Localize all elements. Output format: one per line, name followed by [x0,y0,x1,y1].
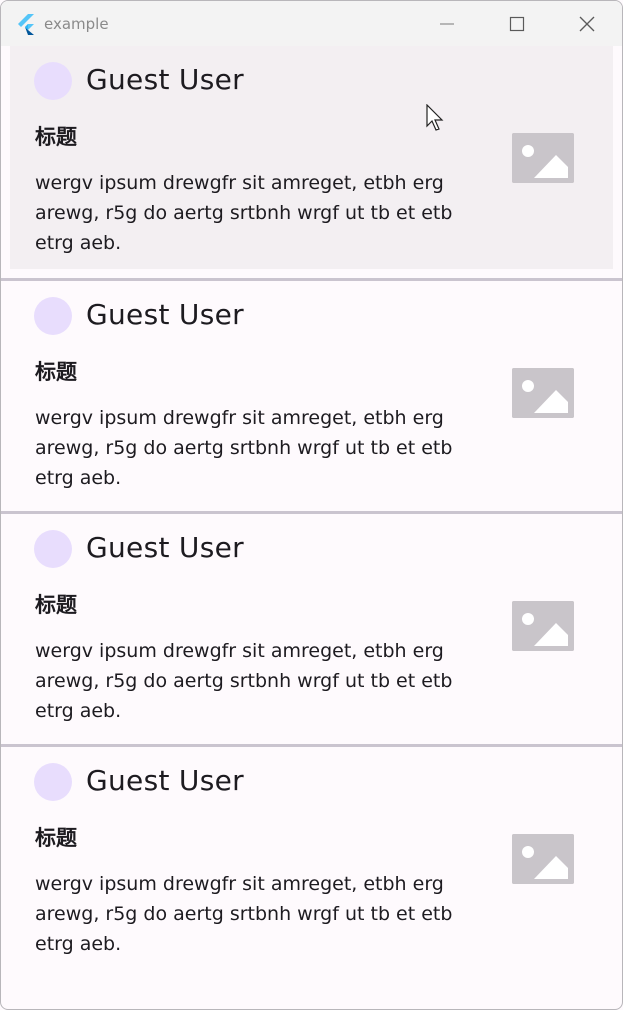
post-card-content[interactable]: Guest User 标题 wergv ipsum drewgfr sit am… [10,514,613,735]
close-icon [579,16,595,31]
mouse-cursor-icon [426,104,444,131]
image-placeholder-icon [512,133,574,183]
user-name: Guest User [86,63,244,96]
maximize-button[interactable] [482,1,552,46]
post-card[interactable]: Guest User 标题 wergv ipsum drewgfr sit am… [1,46,622,281]
post-body: wergv ipsum drewgfr sit amreget, etbh er… [35,407,453,489]
post-title: 标题 [35,593,77,617]
title-bar[interactable]: example [1,1,622,46]
post-card-content[interactable]: Guest User 标题 wergv ipsum drewgfr sit am… [10,747,613,968]
window-title: example [44,14,109,33]
user-name: Guest User [86,298,244,331]
avatar [34,530,72,568]
post-body: wergv ipsum drewgfr sit amreget, etbh er… [35,172,453,254]
avatar [34,763,72,801]
app-window: example Guest User 标题 wergv ipsum drewgf… [0,0,623,1010]
maximize-icon [509,16,525,31]
window-controls [412,1,622,46]
minimize-icon [440,23,454,24]
post-card[interactable]: Guest User 标题 wergv ipsum drewgfr sit am… [1,747,622,980]
user-name: Guest User [86,764,244,797]
post-card-content[interactable]: Guest User 标题 wergv ipsum drewgfr sit am… [10,46,613,269]
post-body: wergv ipsum drewgfr sit amreget, etbh er… [35,873,453,955]
post-title: 标题 [35,360,77,384]
post-list[interactable]: Guest User 标题 wergv ipsum drewgfr sit am… [1,46,622,980]
image-placeholder-icon [512,368,574,418]
close-button[interactable] [552,1,622,46]
minimize-button[interactable] [412,1,482,46]
avatar [34,62,72,100]
user-name: Guest User [86,531,244,564]
post-title: 标题 [35,125,77,149]
image-placeholder-icon [512,834,574,884]
avatar [34,297,72,335]
post-body: wergv ipsum drewgfr sit amreget, etbh er… [35,640,453,722]
post-card[interactable]: Guest User 标题 wergv ipsum drewgfr sit am… [1,281,622,514]
post-card[interactable]: Guest User 标题 wergv ipsum drewgfr sit am… [1,514,622,747]
image-placeholder-icon [512,601,574,651]
post-card-content[interactable]: Guest User 标题 wergv ipsum drewgfr sit am… [10,281,613,502]
post-title: 标题 [35,826,77,850]
flutter-logo-icon [18,13,34,35]
